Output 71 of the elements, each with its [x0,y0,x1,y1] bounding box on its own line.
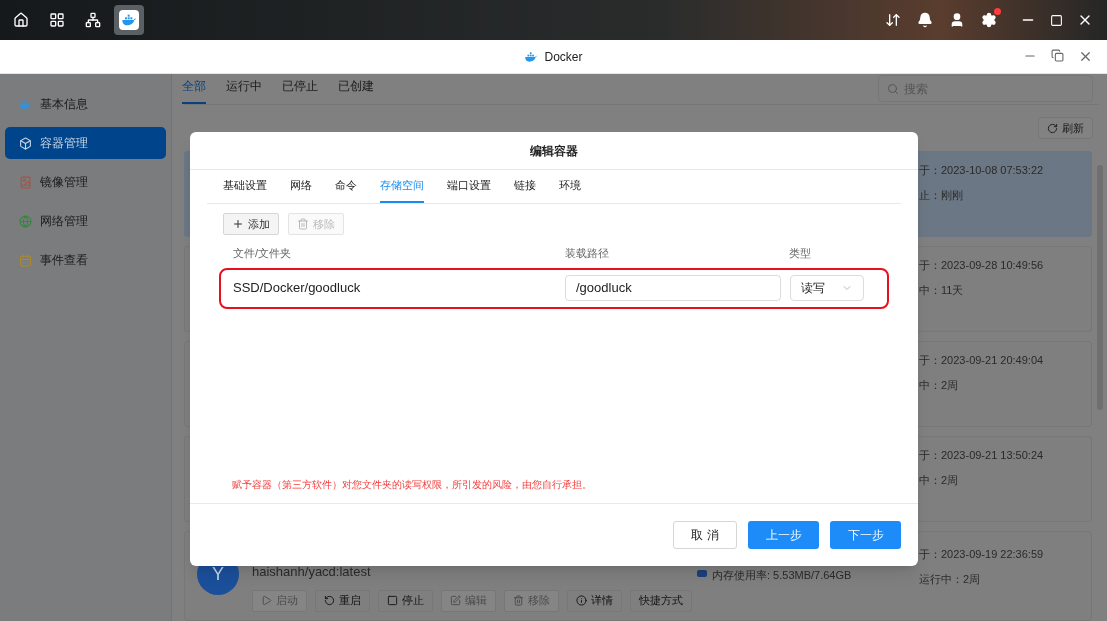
memory-usage: 内存使用率: 5.53MB/7.64GB [712,568,852,583]
action-button[interactable]: 停止 [378,589,433,612]
play-icon [261,595,272,606]
dialog-title: 编辑容器 [530,142,578,160]
sidebar-item[interactable]: 网络管理 [5,205,166,237]
calendar-icon [19,253,32,267]
action-button[interactable]: 详情 [567,589,622,612]
edit-icon [450,595,461,606]
sidebar-item[interactable]: 基本信息 [5,88,166,120]
dialog-tab[interactable]: 存储空间 [380,176,424,203]
stop-icon [387,595,398,606]
type-select[interactable]: 读写 [790,275,864,301]
refresh-button[interactable]: 刷新 [1038,117,1093,140]
dialog-tab[interactable]: 基础设置 [223,176,267,203]
dialog-tab[interactable]: 环境 [559,176,581,203]
trash-icon [513,595,524,606]
action-button[interactable]: 快捷方式 [630,589,692,612]
image-name: haishanh/yacd:latest [252,563,372,581]
docker-icon [524,49,539,64]
card-detail-text: 中：2周 [919,472,960,488]
memory-icon [697,570,707,577]
info-icon [576,595,587,606]
column-header: 类型 [789,246,811,261]
maximize-icon[interactable] [1050,13,1063,27]
filter-tab[interactable]: 已创建 [338,77,374,105]
card-detail-text: 中：2周 [919,377,960,393]
bell-icon[interactable] [916,11,934,29]
filter-tab[interactable]: 已停止 [282,77,318,105]
transfer-icon[interactable] [884,11,902,29]
warning-text: 赋予容器（第三方软件）对您文件夹的读写权限，所引发的风险，由您自行承担。 [232,479,592,490]
card-detail-text: 于：2023-10-08 07:53:22 [919,163,1044,178]
filter-tab[interactable]: 全部 [182,77,206,105]
card-detail-text: 于：2023-09-19 22:36:59 [919,547,1044,562]
card-detail-text: 于：2023-09-28 10:49:56 [919,258,1044,273]
mount-path-field[interactable]: /goodluck [565,275,781,301]
plus-icon [232,218,244,230]
folder-path: SSD/Docker/goodluck [233,279,362,298]
action-button[interactable]: 重启 [315,589,370,612]
restart-icon [324,595,335,606]
dialog-tab[interactable]: 网络 [290,176,312,203]
window-title: Docker [544,48,583,66]
docker-icon [19,97,32,111]
primary-button[interactable]: 上一步 [748,521,819,549]
dialog-tab[interactable]: 命令 [335,176,357,203]
toolbar-button[interactable]: 添加 [223,213,279,235]
settings-icon[interactable] [980,11,998,29]
volume-row[interactable]: SSD/Docker/goodluck /goodluck 读写 [219,267,889,309]
box-icon [19,136,32,150]
restore-icon[interactable] [1051,49,1064,62]
trash-icon [297,218,309,230]
refresh-icon [1047,122,1058,134]
dialog-tab[interactable]: 端口设置 [447,176,491,203]
globe-icon [19,214,32,228]
docker-icon [121,12,137,28]
column-header: 装载路径 [565,246,610,261]
cancel-button[interactable]: 取 消 [673,521,737,549]
card-detail-text: 于：2023-09-21 20:49:04 [919,353,1044,368]
card-detail-text: 止：刚刚 [919,187,964,203]
dialog-tab[interactable]: 链接 [514,176,536,203]
book-icon [19,175,32,189]
card-detail-text: 运行中：2周 [919,571,982,587]
sidebar-item[interactable]: 镜像管理 [5,166,166,198]
card-detail-text: 于：2023-09-21 13:50:24 [919,448,1044,463]
primary-button[interactable]: 下一步 [830,521,901,549]
sidebar-item[interactable]: 容器管理 [5,127,166,159]
column-header: 文件/文件夹 [233,246,293,261]
filter-tab[interactable]: 运行中 [226,77,262,105]
search-icon [887,82,899,95]
taskbar-icon[interactable] [114,5,144,35]
card-detail-text: 中：11天 [919,282,965,298]
sidebar-item[interactable]: 事件查看 [5,244,166,276]
